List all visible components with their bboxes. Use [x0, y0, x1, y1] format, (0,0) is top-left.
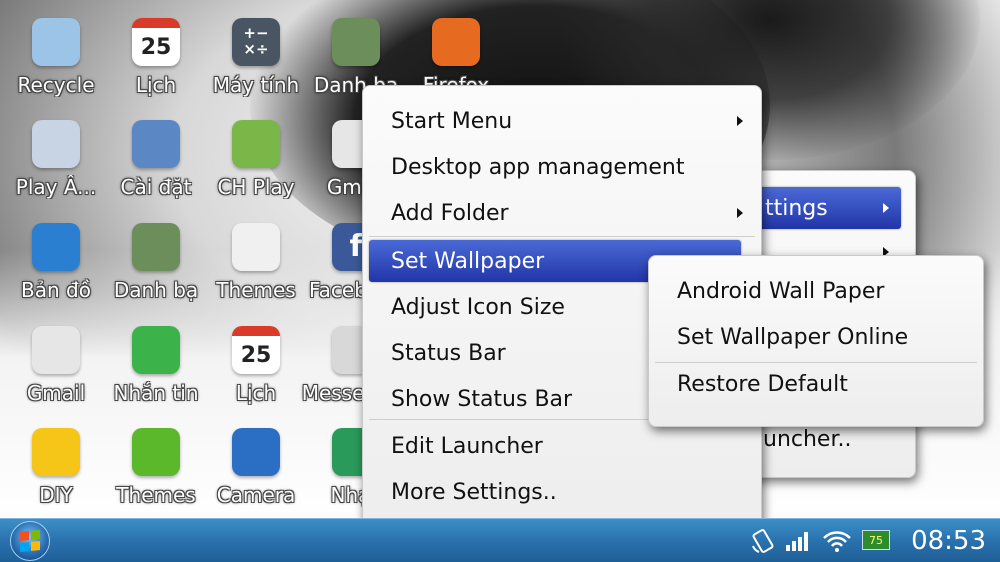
- desktop-icon[interactable]: Gmail: [6, 308, 106, 408]
- calculator-icon: +− ×÷: [232, 18, 280, 66]
- tshirt-icon: [132, 428, 180, 476]
- desktop-icon-label: Lịch: [235, 381, 277, 405]
- desktop-icon-label: Gmail: [26, 381, 86, 405]
- recycle-bin-icon: [32, 18, 80, 66]
- desktop-icon-label: Play Â...: [15, 175, 97, 199]
- wallpaper-submenu: Android Wall Paper Set Wallpaper Online Re…: [648, 255, 984, 427]
- play-store-icon: [232, 120, 280, 168]
- calendar-icon: 25: [232, 326, 280, 374]
- mail-envelope-icon: [32, 326, 80, 374]
- desktop-icon-label: Cài đặt: [120, 175, 192, 199]
- menu-item-label: Status Bar: [391, 340, 506, 366]
- desktop-icon-label: Nhắn tin: [113, 381, 199, 405]
- desktop-icon-label: CH Play: [217, 175, 295, 199]
- rotate-screen-icon[interactable]: [750, 528, 776, 554]
- menu-item-start-menu[interactable]: Start Menu: [369, 100, 755, 142]
- desktop-icon[interactable]: Play Â...: [6, 102, 106, 202]
- submenu-item-android-wall-paper[interactable]: Android Wall Paper: [655, 270, 977, 312]
- messaging-icon: [132, 326, 180, 374]
- menu-item-label: Edit Launcher: [391, 433, 543, 459]
- desktop-icon-label: Máy tính: [212, 73, 300, 97]
- desktop-icon-label: Recycle: [17, 73, 95, 97]
- desktop-icon[interactable]: Themes: [206, 205, 306, 305]
- menu-item-more-settings[interactable]: More Settings..: [369, 471, 755, 513]
- menu-item-label: ttings: [765, 195, 828, 221]
- firefox-icon: [432, 18, 480, 66]
- system-tray: [750, 519, 852, 562]
- menu-item-label: Show Status Bar: [391, 386, 573, 412]
- desktop-icon[interactable]: 25 Lịch: [106, 0, 206, 100]
- menu-item-desktop-app-management[interactable]: Desktop app management: [369, 146, 755, 188]
- taskbar: 75 08:53: [0, 518, 1000, 562]
- desktop-icon-label: Themes: [116, 483, 196, 507]
- submenu-arrow-icon: [737, 116, 743, 126]
- desktop-icon[interactable]: CH Play: [206, 102, 306, 202]
- desktop-icon[interactable]: +− ×÷ Máy tính: [206, 0, 306, 100]
- desktop-icon[interactable]: 25 Lịch: [206, 308, 306, 408]
- menu-item-label: Set Wallpaper: [391, 248, 545, 274]
- submenu-arrow-icon: [737, 208, 743, 218]
- desktop-icon[interactable]: Danh bạ: [106, 205, 206, 305]
- globe-icon: [32, 223, 80, 271]
- submenu-item-restore-default[interactable]: Restore Default: [655, 363, 977, 405]
- desktop-icon[interactable]: Themes: [106, 410, 206, 510]
- diy-icon: [32, 428, 80, 476]
- desktop-icon-label: Themes: [216, 278, 296, 302]
- settings-icon: [132, 120, 180, 168]
- desktop-icon-label: Camera: [216, 483, 296, 507]
- menu-item-edit-launcher[interactable]: Edit Launcher: [369, 425, 755, 467]
- battery-icon: 75: [862, 530, 890, 550]
- desktop-icon-label: Lịch: [135, 73, 177, 97]
- clock[interactable]: 08:53: [911, 519, 986, 562]
- themes-pinwheel-icon: [232, 223, 280, 271]
- menu-separator: [655, 362, 977, 363]
- menu-separator: [369, 236, 755, 237]
- menu-item-label: Start Menu: [391, 108, 513, 134]
- desktop-icon-label: Bản đồ: [21, 278, 91, 302]
- desktop-icon[interactable]: DIY: [6, 410, 106, 510]
- menu-item-label: uncher..: [763, 426, 852, 452]
- menu-item-add-folder[interactable]: Add Folder: [369, 192, 755, 234]
- menu-item-label: More Settings..: [391, 479, 557, 505]
- menu-item-label: Adjust Icon Size: [391, 294, 565, 320]
- contacts-icon: [132, 223, 180, 271]
- desktop-icon-label: DIY: [39, 483, 73, 507]
- battery-level: 75: [869, 533, 883, 547]
- desktop-icon-label: Danh bạ: [113, 278, 199, 302]
- wifi-icon: [823, 531, 851, 552]
- camera-icon: [232, 428, 280, 476]
- submenu-item-label: Restore Default: [677, 371, 848, 397]
- submenu-item-label: Android Wall Paper: [677, 278, 885, 304]
- menu-item-label: Desktop app management: [391, 154, 685, 180]
- submenu-item-set-wallpaper-online[interactable]: Set Wallpaper Online: [655, 316, 977, 358]
- contacts-icon: [332, 18, 380, 66]
- submenu-arrow-icon: [883, 203, 889, 213]
- desktop-icon[interactable]: Cài đặt: [106, 102, 206, 202]
- desktop-icon[interactable]: Nhắn tin: [106, 308, 206, 408]
- desktop-icon[interactable]: Camera: [206, 410, 306, 510]
- desktop-icon[interactable]: Bản đồ: [6, 205, 106, 305]
- windows-start-icon[interactable]: [10, 521, 50, 561]
- submenu-item-label: Set Wallpaper Online: [677, 324, 909, 350]
- calendar-icon: 25: [132, 18, 180, 66]
- desktop-icon[interactable]: Recycle: [6, 0, 106, 100]
- signal-strength-icon: [786, 532, 808, 551]
- music-player-icon: [32, 120, 80, 168]
- menu-item-label: Add Folder: [391, 200, 509, 226]
